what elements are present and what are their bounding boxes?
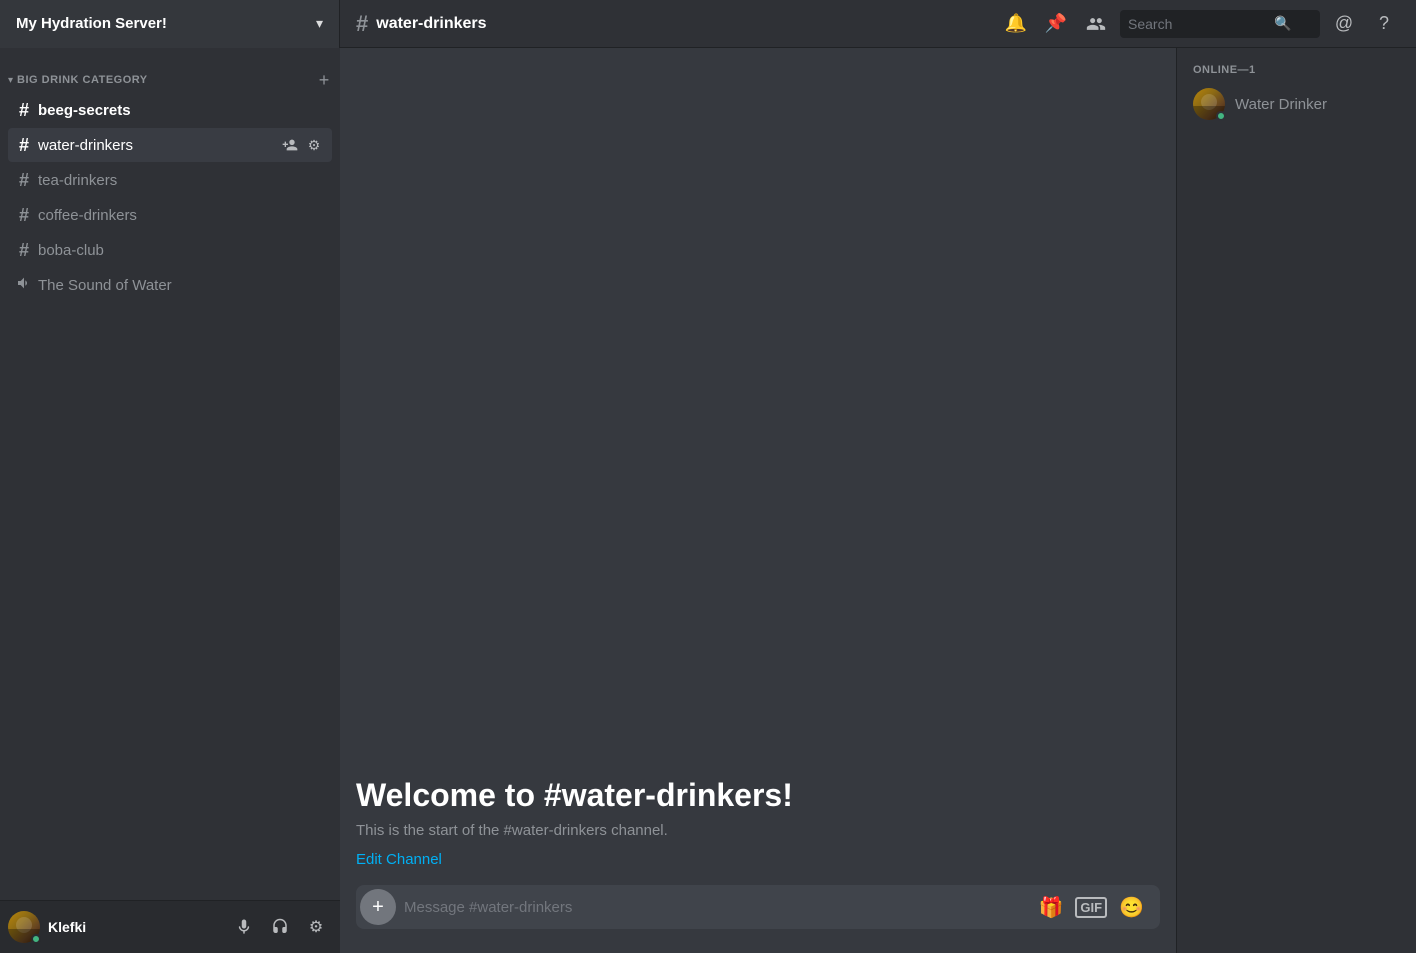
text-channel-icon: # (16, 240, 32, 261)
member-item-water-drinker[interactable]: Water Drinker (1185, 84, 1408, 124)
category-label: BIG DRINK CATEGORY (17, 74, 316, 86)
channel-header: # water-drinkers (340, 11, 1000, 37)
channel-item-boba-club[interactable]: # boba-club ⚙ (8, 233, 332, 267)
edit-channel-link[interactable]: Edit Channel (356, 851, 442, 868)
member-avatar-wrapper (1193, 88, 1225, 120)
help-icon-button[interactable]: ? (1368, 8, 1400, 40)
channel-name: beeg-secrets (38, 102, 324, 119)
main-chat: Welcome to #water-drinkers! This is the … (340, 48, 1176, 953)
text-channel-icon: # (16, 170, 32, 191)
gif-icon-button[interactable]: GIF (1075, 897, 1107, 918)
message-input-area: + 🎁 GIF 😊 (340, 885, 1176, 953)
user-area: Klefki ⚙ (0, 900, 340, 953)
text-channel-icon: # (16, 135, 32, 156)
channel-actions: ⚙ (280, 135, 324, 155)
category-header[interactable]: ▾ BIG DRINK CATEGORY + (0, 56, 340, 92)
emoji-icon-button[interactable]: 😊 (1119, 895, 1144, 920)
channel-item-water-drinkers[interactable]: # water-drinkers ⚙ (8, 128, 332, 162)
members-icon-button[interactable] (1080, 8, 1112, 40)
top-header: My Hydration Server! ▾ # water-drinkers … (0, 0, 1416, 48)
server-dropdown-icon: ▾ (316, 15, 323, 32)
welcome-area: Welcome to #water-drinkers! This is the … (356, 745, 1160, 885)
search-input[interactable] (1128, 16, 1268, 32)
search-bar[interactable]: 🔍 (1120, 10, 1320, 38)
server-name: My Hydration Server! (16, 15, 316, 32)
sidebar: ▾ BIG DRINK CATEGORY + # beeg-secrets ⚙ (0, 48, 340, 953)
message-add-button[interactable]: + (360, 889, 396, 925)
member-status-indicator (1216, 111, 1226, 121)
headphones-button[interactable] (264, 911, 296, 943)
search-icon: 🔍 (1274, 15, 1291, 32)
welcome-title: Welcome to #water-drinkers! (356, 777, 1160, 814)
chat-messages: Welcome to #water-drinkers! This is the … (340, 48, 1176, 885)
message-input-box: + 🎁 GIF 😊 (356, 885, 1160, 929)
voice-channel-icon (16, 275, 32, 296)
channel-name-header: water-drinkers (376, 15, 486, 33)
member-name: Water Drinker (1235, 96, 1327, 113)
at-icon-button[interactable]: @ (1328, 8, 1360, 40)
message-input[interactable] (404, 899, 1031, 916)
settings-button[interactable]: ⚙ (300, 911, 332, 943)
microphone-button[interactable] (228, 911, 260, 943)
channel-name: coffee-drinkers (38, 207, 324, 224)
user-controls: ⚙ (228, 911, 332, 943)
online-section-header: ONLINE—1 (1185, 64, 1408, 76)
right-sidebar: ONLINE—1 Water Drinker (1176, 48, 1416, 953)
category-chevron-icon: ▾ (8, 75, 13, 86)
channel-item-tea-drinkers[interactable]: # tea-drinkers ⚙ (8, 163, 332, 197)
add-member-icon[interactable] (280, 135, 300, 155)
category-add-button[interactable]: + (316, 72, 332, 88)
user-name: Klefki (48, 919, 220, 935)
welcome-subtitle: This is the start of the #water-drinkers… (356, 822, 1160, 839)
text-channel-icon: # (16, 100, 32, 121)
server-name-button[interactable]: My Hydration Server! ▾ (0, 0, 340, 48)
channel-list: ▾ BIG DRINK CATEGORY + # beeg-secrets ⚙ (0, 48, 340, 900)
settings-icon[interactable]: ⚙ (304, 135, 324, 155)
user-status-indicator (31, 934, 41, 944)
channel-name: tea-drinkers (38, 172, 324, 189)
body-area: ▾ BIG DRINK CATEGORY + # beeg-secrets ⚙ (0, 48, 1416, 953)
message-action-icons: 🎁 GIF 😊 (1039, 895, 1144, 920)
bell-icon-button[interactable]: 🔔 (1000, 8, 1032, 40)
channel-item-the-sound-of-water[interactable]: The Sound of Water ⚙ (8, 268, 332, 302)
text-channel-icon: # (16, 205, 32, 226)
pin-icon-button[interactable]: 📌 (1040, 8, 1072, 40)
channel-item-beeg-secrets[interactable]: # beeg-secrets ⚙ (8, 93, 332, 127)
channel-item-coffee-drinkers[interactable]: # coffee-drinkers ⚙ (8, 198, 332, 232)
channel-name: water-drinkers (38, 137, 280, 154)
header-icons: 🔔 📌 🔍 @ ? (1000, 8, 1416, 40)
channel-name: boba-club (38, 242, 324, 259)
channel-hash-icon: # (356, 11, 368, 37)
gift-icon-button[interactable]: 🎁 (1039, 895, 1064, 920)
user-avatar-wrapper (8, 911, 40, 943)
channel-name: The Sound of Water (38, 277, 324, 294)
